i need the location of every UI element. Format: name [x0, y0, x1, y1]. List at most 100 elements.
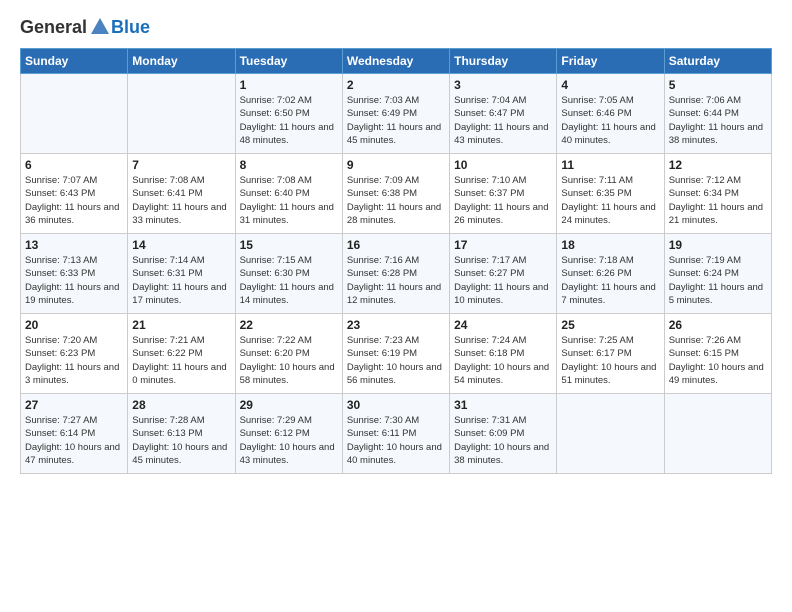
day-number: 9: [347, 158, 445, 172]
day-number: 18: [561, 238, 659, 252]
calendar-cell: 31Sunrise: 7:31 AM Sunset: 6:09 PM Dayli…: [450, 394, 557, 474]
calendar-cell: 22 Sunrise: 7:22 AM Sunset: 6:20 PM Dayli…: [235, 314, 342, 394]
calendar-week-1: 1 Sunrise: 7:02 AM Sunset: 6:50 PM Daylig…: [21, 74, 772, 154]
day-number: 10: [454, 158, 552, 172]
calendar-cell: [664, 394, 771, 474]
day-detail: Sunrise: 7:05 AM Sunset: 6:46 PM Dayligh…: [561, 94, 659, 147]
calendar-cell: 3 Sunrise: 7:04 AM Sunset: 6:47 PM Daylig…: [450, 74, 557, 154]
day-detail: Sunrise: 7:06 AM Sunset: 6:44 PM Dayligh…: [669, 94, 767, 147]
day-number: 31: [454, 398, 552, 412]
weekday-header-saturday: Saturday: [664, 49, 771, 74]
day-detail: Sunrise: 7:25 AM Sunset: 6:17 PM Dayligh…: [561, 334, 659, 387]
calendar-cell: 10Sunrise: 7:10 AM Sunset: 6:37 PM Dayli…: [450, 154, 557, 234]
day-number: 3: [454, 78, 552, 92]
day-detail: Sunrise: 7:22 AM Sunset: 6:20 PM Dayligh…: [240, 334, 338, 387]
day-detail: Sunrise: 7:29 AM Sunset: 6:12 PM Dayligh…: [240, 414, 338, 467]
day-detail: Sunrise: 7:30 AM Sunset: 6:11 PM Dayligh…: [347, 414, 445, 467]
page: General Blue SundayMondayTuesdayWednesda…: [0, 0, 792, 490]
calendar-cell: 21 Sunrise: 7:21 AM Sunset: 6:22 PM Dayli…: [128, 314, 235, 394]
logo: General Blue: [20, 16, 150, 38]
day-number: 21: [132, 318, 230, 332]
day-detail: Sunrise: 7:26 AM Sunset: 6:15 PM Dayligh…: [669, 334, 767, 387]
day-number: 19: [669, 238, 767, 252]
day-detail: Sunrise: 7:08 AM Sunset: 6:41 PM Dayligh…: [132, 174, 230, 227]
day-number: 29: [240, 398, 338, 412]
day-detail: Sunrise: 7:14 AM Sunset: 6:31 PM Dayligh…: [132, 254, 230, 307]
calendar-cell: 30 Sunrise: 7:30 AM Sunset: 6:11 PM Dayli…: [342, 394, 449, 474]
calendar-cell: 8 Sunrise: 7:08 AM Sunset: 6:40 PM Daylig…: [235, 154, 342, 234]
day-detail: Sunrise: 7:08 AM Sunset: 6:40 PM Dayligh…: [240, 174, 338, 227]
header: General Blue: [20, 16, 772, 38]
day-detail: Sunrise: 7:19 AM Sunset: 6:24 PM Dayligh…: [669, 254, 767, 307]
day-number: 22: [240, 318, 338, 332]
day-number: 2: [347, 78, 445, 92]
day-number: 27: [25, 398, 123, 412]
day-number: 24: [454, 318, 552, 332]
day-detail: Sunrise: 7:07 AM Sunset: 6:43 PM Dayligh…: [25, 174, 123, 227]
calendar-cell: 7Sunrise: 7:08 AM Sunset: 6:41 PM Daylig…: [128, 154, 235, 234]
calendar-cell: 20 Sunrise: 7:20 AM Sunset: 6:23 PM Dayli…: [21, 314, 128, 394]
logo-icon: [89, 16, 111, 38]
day-number: 30: [347, 398, 445, 412]
weekday-header-monday: Monday: [128, 49, 235, 74]
calendar-cell: 14 Sunrise: 7:14 AM Sunset: 6:31 PM Dayli…: [128, 234, 235, 314]
day-number: 13: [25, 238, 123, 252]
calendar-cell: 16 Sunrise: 7:16 AM Sunset: 6:28 PM Dayli…: [342, 234, 449, 314]
weekday-header-sunday: Sunday: [21, 49, 128, 74]
weekday-header-thursday: Thursday: [450, 49, 557, 74]
logo-blue: Blue: [111, 17, 150, 38]
day-detail: Sunrise: 7:20 AM Sunset: 6:23 PM Dayligh…: [25, 334, 123, 387]
calendar-cell: 18 Sunrise: 7:18 AM Sunset: 6:26 PM Dayli…: [557, 234, 664, 314]
day-detail: Sunrise: 7:16 AM Sunset: 6:28 PM Dayligh…: [347, 254, 445, 307]
day-number: 17: [454, 238, 552, 252]
day-number: 1: [240, 78, 338, 92]
day-number: 15: [240, 238, 338, 252]
day-detail: Sunrise: 7:04 AM Sunset: 6:47 PM Dayligh…: [454, 94, 552, 147]
weekday-header-wednesday: Wednesday: [342, 49, 449, 74]
calendar-cell: 9Sunrise: 7:09 AM Sunset: 6:38 PM Daylig…: [342, 154, 449, 234]
day-number: 16: [347, 238, 445, 252]
calendar-cell: 12Sunrise: 7:12 AM Sunset: 6:34 PM Dayli…: [664, 154, 771, 234]
day-detail: Sunrise: 7:18 AM Sunset: 6:26 PM Dayligh…: [561, 254, 659, 307]
day-detail: Sunrise: 7:13 AM Sunset: 6:33 PM Dayligh…: [25, 254, 123, 307]
weekday-header-friday: Friday: [557, 49, 664, 74]
calendar-cell: 1 Sunrise: 7:02 AM Sunset: 6:50 PM Daylig…: [235, 74, 342, 154]
day-detail: Sunrise: 7:21 AM Sunset: 6:22 PM Dayligh…: [132, 334, 230, 387]
day-number: 26: [669, 318, 767, 332]
day-number: 11: [561, 158, 659, 172]
calendar-cell: 6 Sunrise: 7:07 AM Sunset: 6:43 PM Daylig…: [21, 154, 128, 234]
day-number: 28: [132, 398, 230, 412]
calendar-cell: 5 Sunrise: 7:06 AM Sunset: 6:44 PM Daylig…: [664, 74, 771, 154]
day-number: 5: [669, 78, 767, 92]
calendar-cell: [557, 394, 664, 474]
calendar-cell: 17 Sunrise: 7:17 AM Sunset: 6:27 PM Dayli…: [450, 234, 557, 314]
calendar-cell: 25Sunrise: 7:25 AM Sunset: 6:17 PM Dayli…: [557, 314, 664, 394]
calendar-cell: [128, 74, 235, 154]
day-number: 6: [25, 158, 123, 172]
day-detail: Sunrise: 7:12 AM Sunset: 6:34 PM Dayligh…: [669, 174, 767, 227]
day-number: 4: [561, 78, 659, 92]
day-detail: Sunrise: 7:23 AM Sunset: 6:19 PM Dayligh…: [347, 334, 445, 387]
calendar-week-4: 20 Sunrise: 7:20 AM Sunset: 6:23 PM Dayli…: [21, 314, 772, 394]
calendar-cell: 29 Sunrise: 7:29 AM Sunset: 6:12 PM Dayli…: [235, 394, 342, 474]
calendar-cell: 15 Sunrise: 7:15 AM Sunset: 6:30 PM Dayli…: [235, 234, 342, 314]
calendar-cell: 26 Sunrise: 7:26 AM Sunset: 6:15 PM Dayli…: [664, 314, 771, 394]
day-detail: Sunrise: 7:15 AM Sunset: 6:30 PM Dayligh…: [240, 254, 338, 307]
day-detail: Sunrise: 7:24 AM Sunset: 6:18 PM Dayligh…: [454, 334, 552, 387]
calendar-week-3: 13 Sunrise: 7:13 AM Sunset: 6:33 PM Dayli…: [21, 234, 772, 314]
calendar-cell: 24 Sunrise: 7:24 AM Sunset: 6:18 PM Dayli…: [450, 314, 557, 394]
day-detail: Sunrise: 7:02 AM Sunset: 6:50 PM Dayligh…: [240, 94, 338, 147]
day-number: 20: [25, 318, 123, 332]
day-detail: Sunrise: 7:28 AM Sunset: 6:13 PM Dayligh…: [132, 414, 230, 467]
day-number: 8: [240, 158, 338, 172]
day-detail: Sunrise: 7:27 AM Sunset: 6:14 PM Dayligh…: [25, 414, 123, 467]
calendar-cell: 11 Sunrise: 7:11 AM Sunset: 6:35 PM Dayli…: [557, 154, 664, 234]
day-detail: Sunrise: 7:11 AM Sunset: 6:35 PM Dayligh…: [561, 174, 659, 227]
calendar-cell: 19 Sunrise: 7:19 AM Sunset: 6:24 PM Dayli…: [664, 234, 771, 314]
calendar-cell: 23Sunrise: 7:23 AM Sunset: 6:19 PM Dayli…: [342, 314, 449, 394]
day-detail: Sunrise: 7:17 AM Sunset: 6:27 PM Dayligh…: [454, 254, 552, 307]
day-detail: Sunrise: 7:03 AM Sunset: 6:49 PM Dayligh…: [347, 94, 445, 147]
calendar-cell: 13 Sunrise: 7:13 AM Sunset: 6:33 PM Dayli…: [21, 234, 128, 314]
day-number: 14: [132, 238, 230, 252]
calendar-table: SundayMondayTuesdayWednesdayThursdayFrid…: [20, 48, 772, 474]
